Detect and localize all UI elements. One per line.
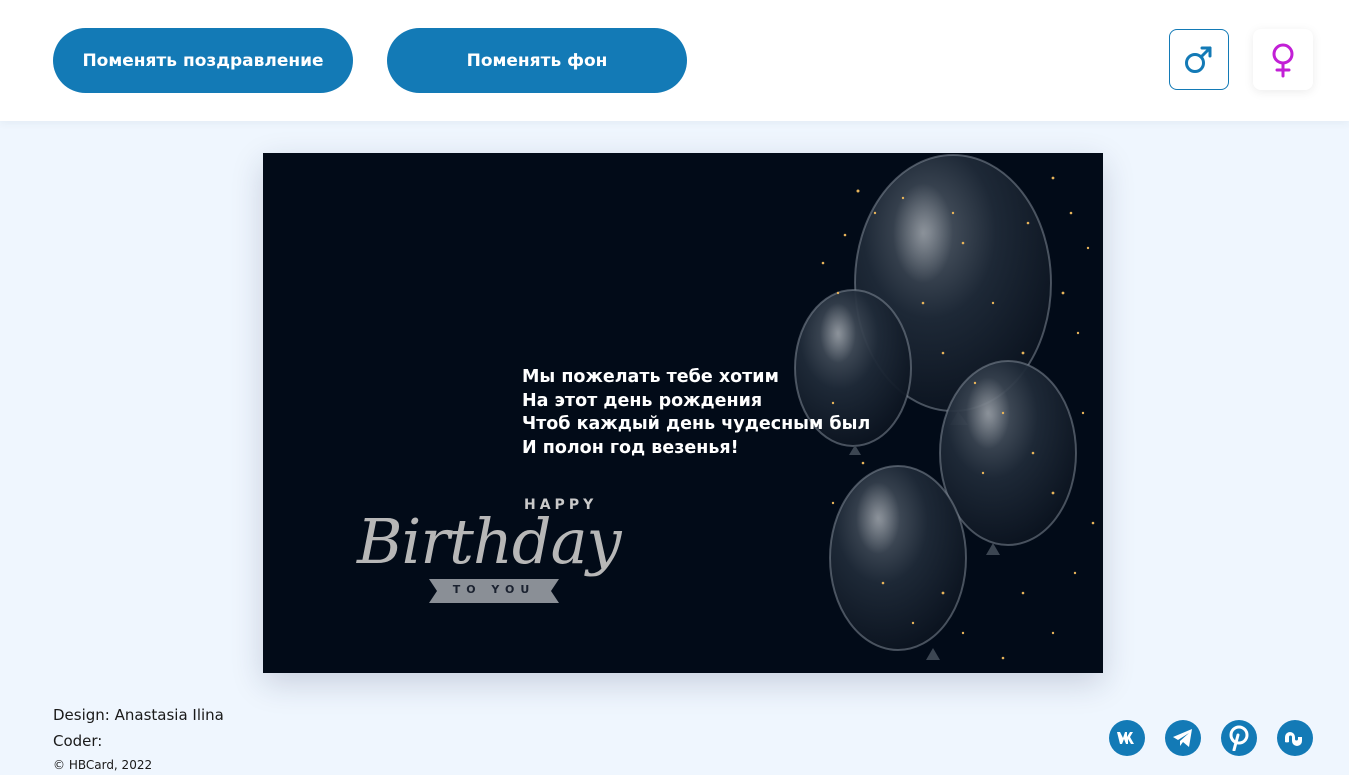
- happy-birthday-logo: HAPPY Birthday TO YOU: [353, 491, 643, 611]
- to-you-text: TO YOU: [452, 583, 536, 596]
- birthday-text: Birthday: [357, 505, 622, 578]
- poem-line: На этот день рождения: [522, 390, 763, 411]
- greeting-poem: Мы пожелать тебе хотим На этот день рожд…: [522, 366, 870, 460]
- header: Поменять поздравление Поменять фон: [0, 0, 1349, 121]
- pinterest-icon: [1229, 725, 1249, 751]
- coder-credit: Coder:: [53, 732, 103, 750]
- female-icon: [1272, 43, 1294, 77]
- poem-line: Мы пожелать тебе хотим: [522, 367, 779, 387]
- male-toggle[interactable]: [1169, 29, 1229, 90]
- change-background-button[interactable]: Поменять фон: [387, 28, 687, 93]
- telegram-icon: [1173, 729, 1192, 747]
- vk-link[interactable]: [1109, 720, 1145, 756]
- greeting-card: Мы пожелать тебе хотим На этот день рожд…: [263, 153, 1103, 673]
- female-toggle[interactable]: [1253, 29, 1313, 90]
- poem-line: И полон год везенья!: [522, 437, 739, 458]
- change-greeting-button[interactable]: Поменять поздравление: [53, 28, 353, 93]
- pinterest-link[interactable]: [1221, 720, 1257, 756]
- stumbleupon-link[interactable]: [1277, 720, 1313, 756]
- design-credit: Design: Anastasia Ilina: [53, 706, 224, 724]
- vk-icon: [1117, 732, 1134, 744]
- telegram-link[interactable]: [1165, 720, 1201, 756]
- stumbleupon-icon: [1285, 732, 1302, 746]
- footer-credits: Design: Anastasia Ilina Coder: © HBCard,…: [53, 703, 224, 772]
- poem-line: Чтоб каждый день чудесным был: [522, 414, 871, 434]
- male-icon: [1185, 46, 1212, 73]
- copyright: © HBCard, 2022: [53, 758, 153, 772]
- balloon-bottom: [829, 465, 967, 660]
